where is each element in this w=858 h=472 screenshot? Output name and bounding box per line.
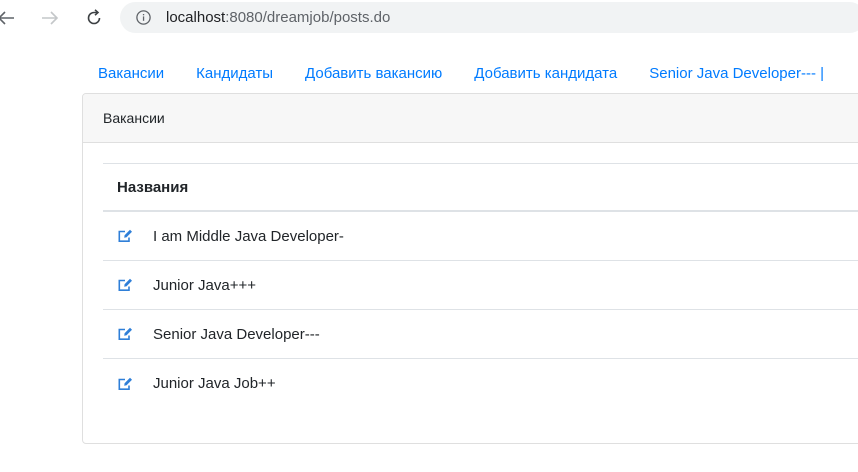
- reload-icon[interactable]: [82, 6, 106, 30]
- vacancy-title: Senior Java Developer---: [153, 325, 320, 343]
- vacancy-title: I am Middle Java Developer-: [153, 227, 344, 245]
- nav-link-vacancies[interactable]: Вакансии: [82, 58, 180, 90]
- browser-toolbar: localhost:8080/dreamjob/posts.do: [0, 0, 858, 36]
- address-bar[interactable]: localhost:8080/dreamjob/posts.do: [120, 2, 858, 33]
- vacancies-table: Названия I am Middle Java Developer- Jun…: [103, 163, 858, 408]
- nav-link-add-candidate[interactable]: Добавить кандидата: [458, 58, 633, 90]
- table-row: Senior Java Developer---: [103, 310, 858, 359]
- table-row: I am Middle Java Developer-: [103, 212, 858, 261]
- nav-link-add-vacancy[interactable]: Добавить вакансию: [289, 58, 458, 90]
- url-path: :8080/dreamjob/posts.do: [225, 9, 391, 26]
- forward-arrow-icon[interactable]: [38, 6, 62, 30]
- top-nav: Вакансии Кандидаты Добавить вакансию Доб…: [82, 58, 840, 90]
- vacancy-title: Junior Java Job++: [153, 375, 276, 392]
- back-arrow-icon[interactable]: [0, 6, 18, 30]
- edit-icon[interactable]: [117, 326, 133, 342]
- edit-icon[interactable]: [117, 376, 133, 392]
- nav-link-candidates[interactable]: Кандидаты: [180, 58, 289, 90]
- info-icon[interactable]: [136, 10, 151, 25]
- vacancy-title: Junior Java+++: [153, 276, 256, 294]
- edit-icon[interactable]: [117, 228, 133, 244]
- column-header-names: Названия: [103, 163, 858, 212]
- vacancies-card: Вакансии Названия I am Middle Java Devel…: [82, 93, 858, 444]
- url-text[interactable]: localhost:8080/dreamjob/posts.do: [166, 9, 390, 27]
- table-row: Junior Java Job++: [103, 359, 858, 408]
- table-row: Junior Java+++: [103, 261, 858, 310]
- url-host: localhost: [166, 9, 226, 26]
- nav-link-current-user[interactable]: Senior Java Developer--- |: [633, 58, 840, 90]
- edit-icon[interactable]: [117, 277, 133, 293]
- card-header: Вакансии: [83, 94, 858, 143]
